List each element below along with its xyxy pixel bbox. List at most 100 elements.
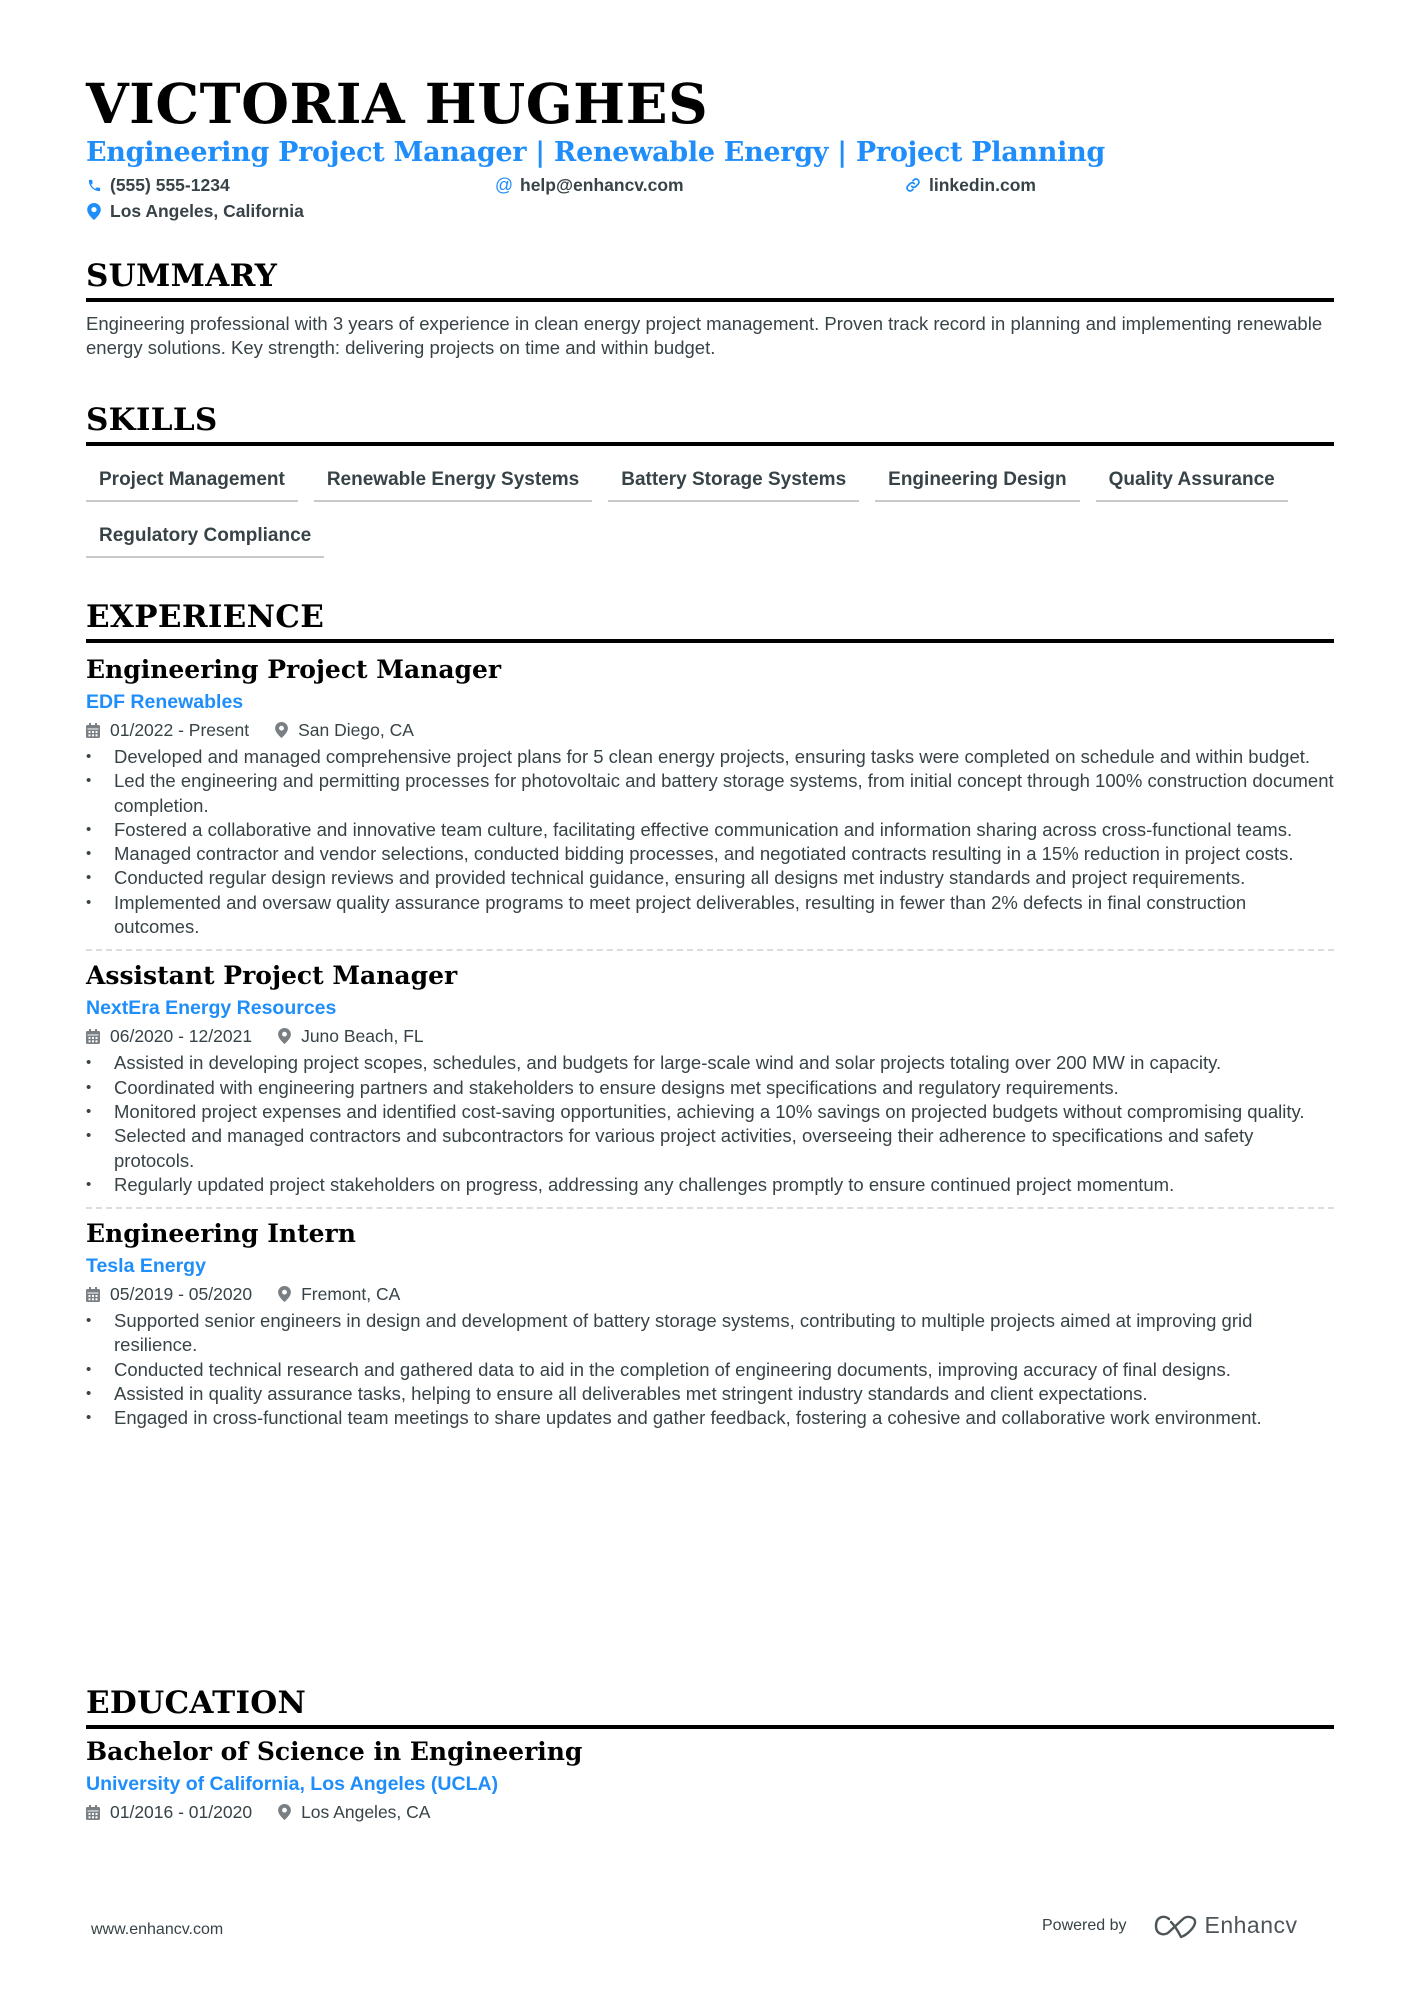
contact-location: Los Angeles, California <box>86 198 304 224</box>
experience-heading: EXPERIENCE <box>86 599 325 635</box>
achievement-item: Engaged in cross-functional team meeting… <box>86 1406 1334 1431</box>
job-title: Engineering Project Manager <box>86 655 502 684</box>
date-text: 01/2022 - Present <box>110 720 250 740</box>
job-meta: 06/2020 - 12/2021 Juno Beach, FL <box>86 1023 1334 1049</box>
experience-section: EXPERIENCE Engineering Project Manager ED… <box>86 598 1334 1431</box>
summary-text: Engineering professional with 3 years of… <box>86 313 1323 358</box>
map-pin-icon <box>278 1286 291 1303</box>
achievement-item: Regularly updated project stakeholders o… <box>86 1173 1334 1198</box>
achievement-item: Assisted in developing project scopes, s… <box>86 1051 1334 1076</box>
skill-tag: Battery Storage Systems <box>608 460 860 502</box>
date-text: 05/2019 - 05/2020 <box>110 1284 253 1305</box>
skill-tag: Regulatory Compliance <box>86 516 325 558</box>
achievement-item: Coordinated with engineering partners an… <box>86 1076 1334 1101</box>
job-meta: 05/2019 - 05/2020 Fremont, CA <box>86 1281 1334 1307</box>
education-heading: EDUCATION <box>86 1685 307 1721</box>
resume-page: VICTORIA HUGHES Engineering Project Mana… <box>86 72 1334 226</box>
date-range: 06/2020 - 12/2021 <box>86 1023 252 1049</box>
job-meta: 01/2022 - Present San Diego, CA <box>86 717 1334 743</box>
map-pin-icon <box>275 722 289 738</box>
entry-separator <box>86 1207 1334 1210</box>
footer-website[interactable]: www.enhancv.com <box>91 1921 223 1939</box>
linkedin-text: linkedin.com <box>929 174 1036 195</box>
skill-tag: Quality Assurance <box>1095 460 1288 502</box>
achievement-item: Implemented and oversaw quality assuranc… <box>86 891 1334 940</box>
at-sign-icon: @ <box>494 174 514 195</box>
achievement-item: Monitored project expenses and identifie… <box>86 1100 1334 1125</box>
footer-branding[interactable]: Powered by Enhancv <box>1042 1912 1298 1939</box>
date-text: 06/2020 - 12/2021 <box>110 1026 253 1047</box>
summary-section: SUMMARY Engineering professional with 3 … <box>86 257 1334 360</box>
section-divider <box>86 1725 1334 1729</box>
contact-phone[interactable]: (555) 555-1234 <box>86 172 230 198</box>
experience-list: Engineering Project Manager EDF Renewable… <box>86 653 1334 1431</box>
skill-tag: Project Management <box>86 460 298 502</box>
achievement-item: Led the engineering and permitting proce… <box>86 769 1334 818</box>
job-title: Engineering Intern <box>86 1219 356 1249</box>
achievement-item: Conducted regular design reviews and pro… <box>86 866 1334 891</box>
candidate-name: VICTORIA HUGHES <box>86 71 709 136</box>
achievement-item: Assisted in quality assurance tasks, hel… <box>86 1382 1334 1407</box>
achievement-list: Assisted in developing project scopes, s… <box>86 1051 1334 1197</box>
degree: Bachelor of Science in Engineering <box>86 1737 583 1766</box>
achievement-list: Developed and managed comprehensive proj… <box>86 745 1334 939</box>
section-divider <box>86 442 1334 446</box>
location-text: San Diego, CA <box>298 720 414 740</box>
section-divider <box>86 639 1334 643</box>
powered-by-label: Powered by <box>1042 1916 1127 1934</box>
location: San Diego, CA <box>275 717 414 743</box>
date-range: 01/2016 - 01/2020 <box>86 1799 252 1825</box>
calendar-icon <box>86 1286 100 1302</box>
location: Fremont, CA <box>278 1281 400 1307</box>
skills-section: SKILLS Project Management Renewable Ener… <box>86 401 1334 572</box>
experience-entry: Assistant Project Manager NextEra Energy … <box>86 959 1334 1197</box>
education-entry: Bachelor of Science in Engineering Unive… <box>86 1735 1334 1825</box>
job-title: Assistant Project Manager <box>86 961 458 991</box>
summary-heading: SUMMARY <box>86 258 278 294</box>
phone-icon <box>86 177 102 193</box>
education-meta: 01/2016 - 01/2020 Los Angeles, CA <box>86 1799 1334 1825</box>
link-icon <box>905 177 921 193</box>
contact-email[interactable]: @ help@enhancv.com <box>494 172 684 198</box>
skill-tag: Engineering Design <box>875 460 1080 502</box>
company-name[interactable]: NextEra Energy Resources <box>86 995 1334 1021</box>
map-pin-icon <box>278 1028 291 1045</box>
location: Juno Beach, FL <box>278 1023 424 1049</box>
experience-entry: Engineering Project Manager EDF Renewable… <box>86 653 1334 939</box>
entry-separator <box>86 949 1334 952</box>
location-text: Los Angeles, CA <box>301 1802 431 1822</box>
achievement-item: Supported senior engineers in design and… <box>86 1309 1334 1358</box>
company-name[interactable]: EDF Renewables <box>86 689 1334 715</box>
calendar-icon <box>86 1028 100 1044</box>
calendar-icon <box>86 722 100 738</box>
location: Los Angeles, CA <box>278 1799 430 1825</box>
enhancv-logo-icon <box>1154 1915 1196 1938</box>
experience-entry: Engineering Intern Tesla Energy 05/2019 - … <box>86 1217 1334 1431</box>
education-section: EDUCATION Bachelor of Science in Enginee… <box>86 1684 1334 1825</box>
map-pin-icon <box>86 202 102 220</box>
company-name[interactable]: Tesla Energy <box>86 1253 1334 1279</box>
location-text: Los Angeles, California <box>110 200 304 221</box>
section-divider <box>86 298 1334 302</box>
brand-name: Enhancv <box>1204 1912 1298 1938</box>
achievement-item: Managed contractor and vendor selections… <box>86 842 1334 867</box>
achievement-item: Selected and managed contractors and sub… <box>86 1124 1334 1173</box>
location-text: Juno Beach, FL <box>301 1026 424 1047</box>
skills-heading: SKILLS <box>86 402 218 438</box>
achievement-list: Supported senior engineers in design and… <box>86 1309 1334 1431</box>
school[interactable]: University of California, Los Angeles (U… <box>86 1771 1334 1797</box>
email-text: help@enhancv.com <box>520 174 684 195</box>
achievement-item: Developed and managed comprehensive proj… <box>86 745 1334 770</box>
achievement-item: Conducted technical research and gathere… <box>86 1358 1334 1383</box>
date-range: 01/2022 - Present <box>86 717 249 743</box>
date-text: 01/2016 - 01/2020 <box>110 1802 253 1822</box>
phone-text: (555) 555-1234 <box>110 174 230 195</box>
date-range: 05/2019 - 05/2020 <box>86 1281 252 1307</box>
achievement-item: Fostered a collaborative and innovative … <box>86 818 1334 843</box>
calendar-icon <box>86 1804 100 1820</box>
contact-linkedin[interactable]: linkedin.com <box>905 172 1036 198</box>
map-pin-icon <box>278 1804 291 1820</box>
skills-list: Project Management Renewable Energy Syst… <box>86 460 1334 572</box>
headline: Engineering Project Manager | Renewable … <box>86 137 1105 168</box>
contact-info: (555) 555-1234 @ help@enhancv.com linked… <box>86 172 1334 226</box>
